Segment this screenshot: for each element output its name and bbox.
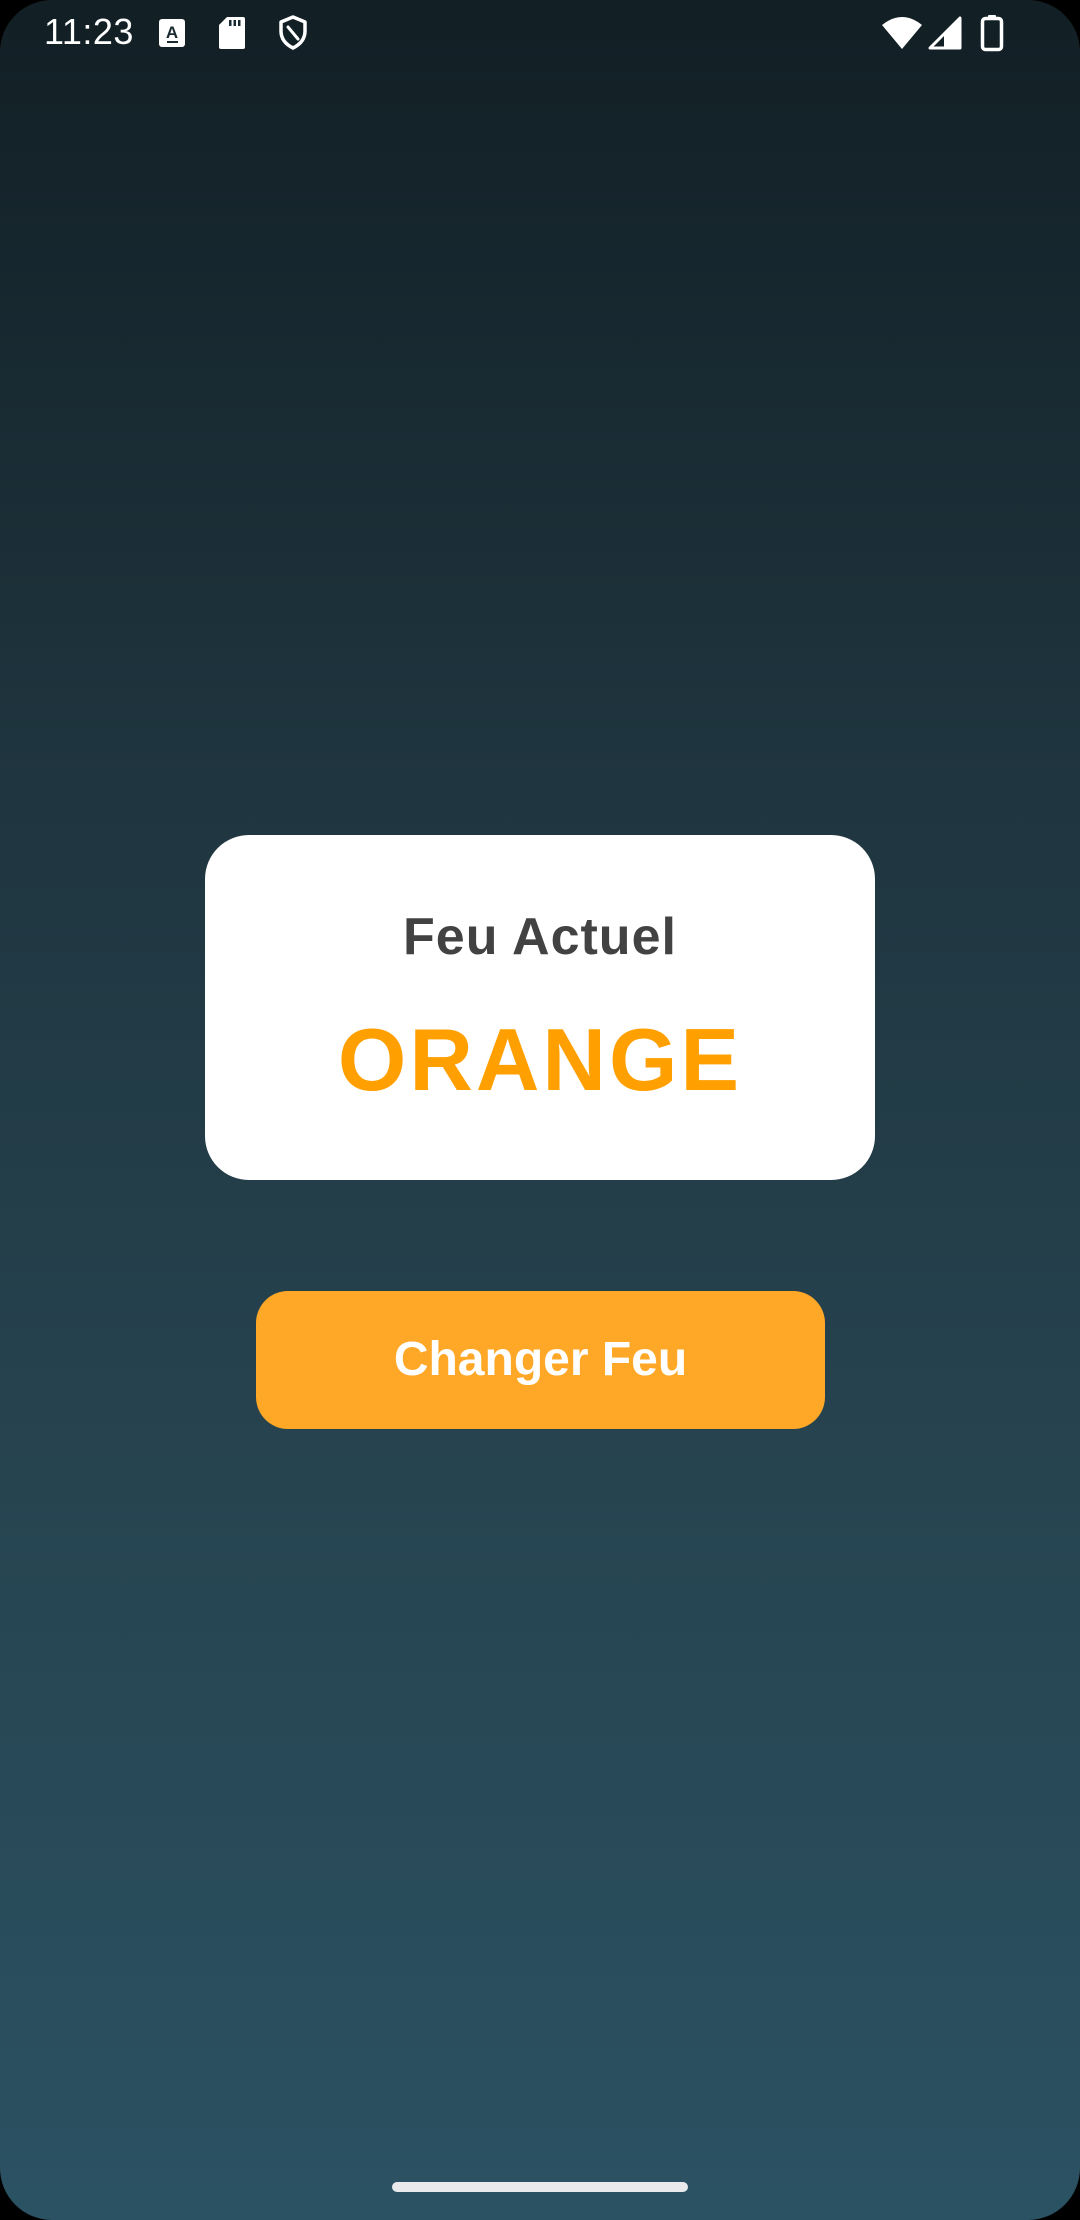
battery-icon <box>980 15 1004 52</box>
status-bar: 11:23 A <box>0 0 1080 64</box>
card-title: Feu Actuel <box>403 908 677 966</box>
svg-text:A: A <box>166 23 178 42</box>
status-time: 11:23 <box>44 11 134 52</box>
cell-signal-icon <box>928 16 962 50</box>
sd-card-icon <box>219 17 245 49</box>
current-light-card: Feu Actuel ORANGE <box>205 835 875 1180</box>
shield-icon <box>279 15 307 50</box>
text-a-icon: A <box>159 19 185 47</box>
gesture-nav-handle[interactable] <box>392 2182 688 2192</box>
current-light-value: ORANGE <box>337 1010 743 1109</box>
wifi-icon <box>882 17 922 49</box>
app-screen: 11:23 A Feu Actuel ORANGE Changer Feu <box>0 0 1080 2220</box>
change-light-button[interactable]: Changer Feu <box>256 1291 825 1429</box>
